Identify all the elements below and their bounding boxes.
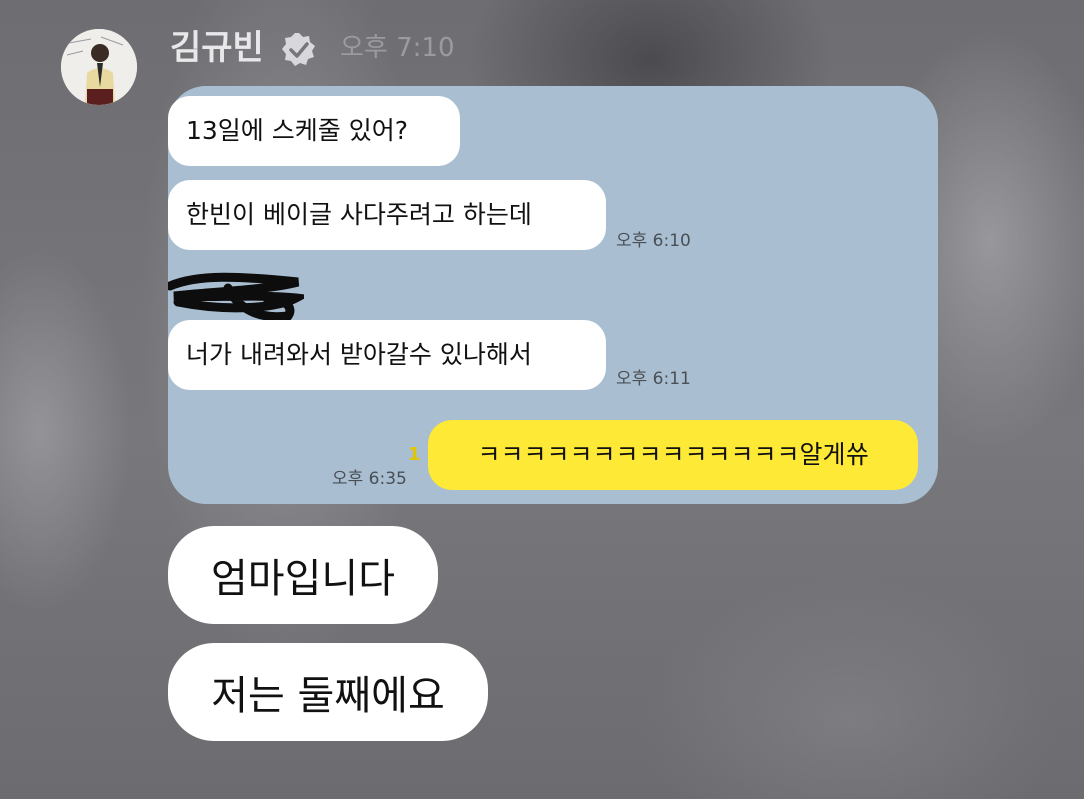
caption-bubble[interactable]: 저는 둘째에요 xyxy=(168,643,488,741)
header-timestamp: 오후 7:10 xyxy=(340,33,455,63)
message-bubble[interactable]: 한빈이 베이글 사다주려고 하는데 xyxy=(168,180,606,250)
avatar-photo xyxy=(61,29,137,105)
message-timestamp: 오후 6:35 xyxy=(332,469,407,489)
avatar[interactable] xyxy=(61,29,137,105)
outgoing-message-bubble[interactable]: ㅋㅋㅋㅋㅋㅋㅋㅋㅋㅋㅋㅋㅋㅋ알게쓔 xyxy=(428,420,918,490)
message-bubble[interactable]: 너가 내려와서 받아갈수 있나해서 xyxy=(168,320,606,390)
verified-check-icon xyxy=(282,33,315,66)
redacted-scribble xyxy=(168,272,304,322)
caption-bubble[interactable]: 엄마입니다 xyxy=(168,526,438,624)
message-timestamp: 오후 6:11 xyxy=(616,369,691,389)
unread-count: 1 xyxy=(408,444,421,465)
message-timestamp: 오후 6:10 xyxy=(616,231,691,251)
sender-name[interactable]: 김규빈 xyxy=(170,26,264,70)
message-bubble[interactable]: 13일에 스케줄 있어? xyxy=(168,96,460,166)
